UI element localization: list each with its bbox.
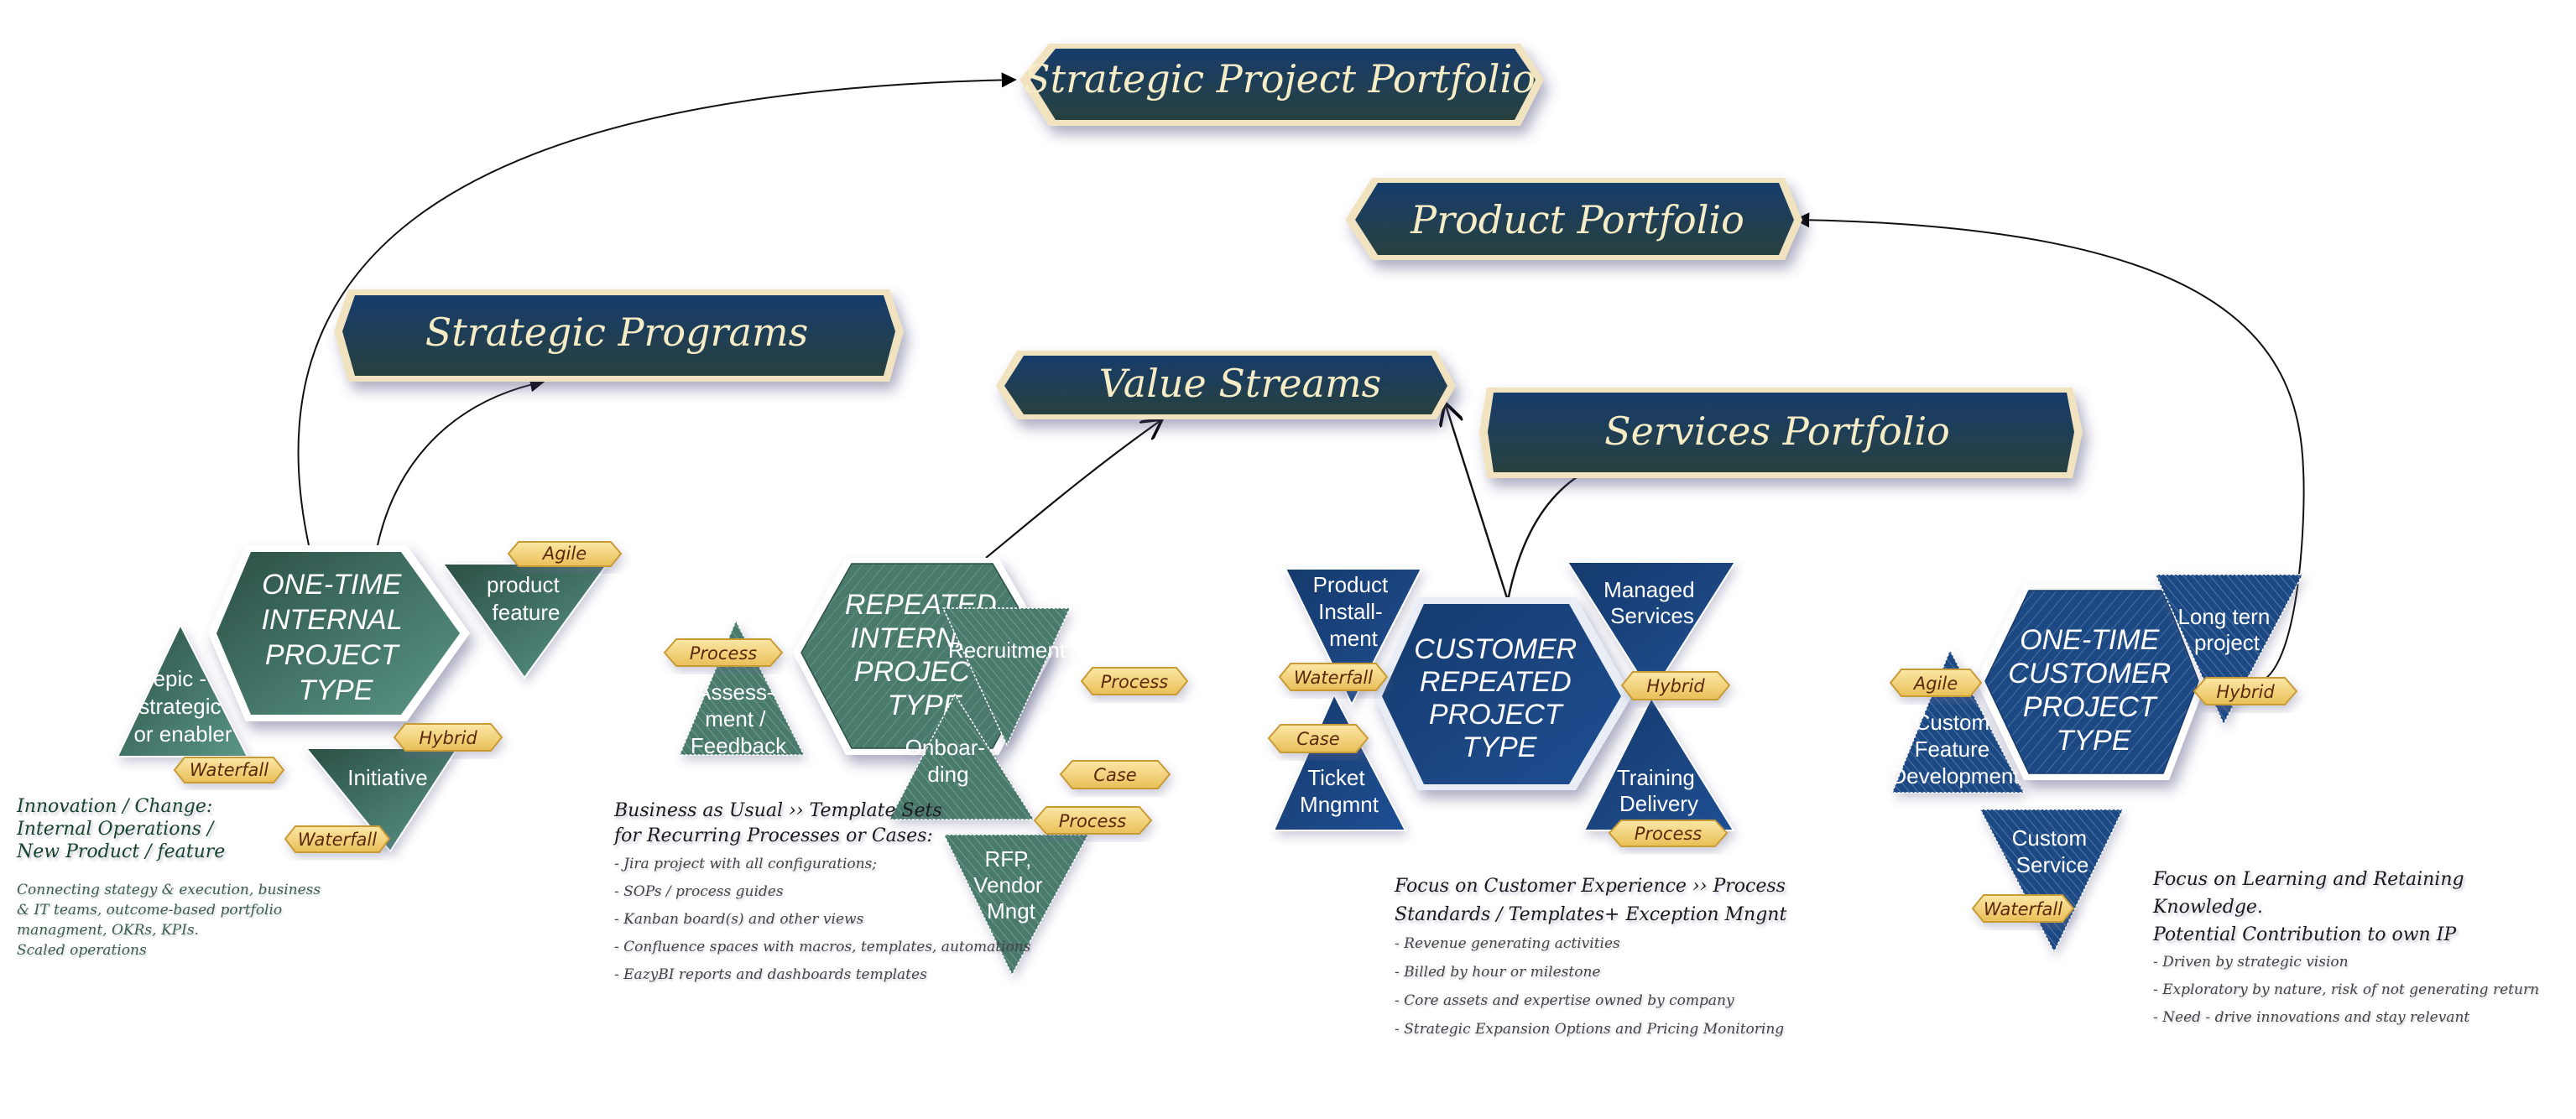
banner-strategic-project-portfolio[interactable]: Strategic Project Portfolio — [1019, 44, 1544, 126]
tag-agile[interactable]: Agile — [507, 541, 623, 567]
list-item: Scaled operations — [17, 942, 147, 959]
tag-label: Case — [1296, 729, 1339, 749]
tag-label: Process — [1635, 824, 1703, 844]
tag-label: Hybrid — [419, 728, 477, 748]
notes-list: - Driven by strategic vision - Explorato… — [2153, 949, 2573, 1032]
notes-heading: Business as Usual ›› Template Sets for R… — [614, 800, 942, 846]
tag-waterfall[interactable]: Waterfall — [1278, 663, 1389, 691]
tag-label: Agile — [541, 544, 587, 564]
list-item: - Strategic Expansion Options and Pricin… — [1395, 1021, 1785, 1038]
hexagon-customer-repeated[interactable]: CUSTOMER REPEATED PROJECT TYPE — [1374, 597, 1632, 790]
list-item: - SOPs / process guides — [614, 883, 784, 900]
notes-business-as-usual: Business as Usual ›› Template Sets for R… — [614, 799, 1084, 989]
notes-list: Connecting stategy & execution, business… — [17, 880, 352, 960]
tag-process-assessment[interactable]: Process — [663, 638, 784, 667]
notes-heading: Innovation / Change: Internal Operations… — [17, 796, 226, 862]
banner-product-portfolio[interactable]: Product Portfolio — [1345, 178, 1802, 260]
list-item: - Jira project with all configurations; — [614, 856, 878, 872]
list-item: Connecting stategy & execution, business — [17, 882, 321, 898]
tag-label: Hybrid — [1646, 676, 1705, 696]
triangle-product-feature[interactable]: product feature — [441, 563, 609, 679]
banner-label: Strategic Project Portfolio — [1024, 56, 1536, 101]
list-item: & IT teams, outcome-based portfolio — [17, 902, 283, 919]
hexagon-one-time-internal[interactable]: ONE-TIME INTERNAL PROJECT TYPE — [208, 545, 470, 721]
triangle-label: epic - strategic or enabler — [133, 666, 232, 747]
list-item: - Confluence spaces with macros, templat… — [614, 939, 1031, 955]
hexagon-one-time-customer[interactable]: ONE-TIME CUSTOMER PROJECT TYPE — [1976, 585, 2207, 780]
list-item: - Need - drive innovations and stay rele… — [2153, 1009, 2470, 1026]
notes-list: - Revenue generating activities - Billed… — [1395, 929, 1797, 1044]
list-item: - Driven by strategic vision — [2153, 954, 2349, 971]
triangle-custom-service[interactable]: Custom Service — [1979, 809, 2125, 954]
notes-heading: Focus on Learning and Retaining Knowledg… — [2153, 869, 2464, 945]
banner-label: Services Portfolio — [1604, 409, 1950, 454]
tag-waterfall[interactable]: Waterfall — [1971, 894, 2075, 923]
tag-label: Hybrid — [2216, 682, 2275, 702]
triangle-label: Initiative — [347, 765, 427, 790]
triangle-label: Managed Services — [1603, 577, 1701, 628]
tag-agile[interactable]: Agile — [1889, 669, 1983, 697]
tag-label: Case — [1093, 765, 1136, 785]
tag-label: Waterfall — [190, 760, 269, 780]
tag-label: Process — [690, 643, 758, 664]
banner-label: Product Portfolio — [1410, 197, 1744, 242]
banner-label: Value Streams — [1099, 361, 1381, 406]
tag-process[interactable]: Process — [1608, 820, 1729, 847]
notes-heading: Focus on Customer Experience ›› Process … — [1395, 876, 1787, 925]
list-item: - Billed by hour or milestone — [1395, 964, 1601, 981]
banner-services-portfolio[interactable]: Services Portfolio — [1479, 388, 2083, 478]
tag-label: Agile — [1912, 674, 1958, 694]
notes-customer-experience: Focus on Customer Experience ›› Process … — [1395, 872, 1797, 1044]
list-item: - Kanban board(s) and other views — [614, 911, 864, 928]
notes-innovation: Innovation / Change: Internal Operations… — [17, 795, 352, 960]
banner-value-streams[interactable]: Value Streams — [996, 351, 1456, 419]
cluster-customer-repeated: Product Install- ment Ticket Mngmnt CUST… — [1267, 561, 1737, 847]
triangle-label: Training Delivery — [1617, 765, 1701, 816]
tag-label: Waterfall — [1294, 668, 1373, 688]
tag-waterfall-epic[interactable]: Waterfall — [173, 757, 285, 783]
arrow-to-value-streams — [985, 419, 1162, 559]
banner-strategic-programs[interactable]: Strategic Programs — [334, 289, 904, 382]
list-item: - Core assets and expertise owned by com… — [1395, 992, 1734, 1009]
list-item: - Revenue generating activities — [1395, 935, 1620, 952]
tag-case-onboarding[interactable]: Case — [1059, 760, 1171, 789]
list-item: managment, OKRs, KPIs. — [17, 922, 199, 939]
triangle-label: Recruitment — [948, 638, 1066, 663]
notes-learning: Focus on Learning and Retaining Knowledg… — [2153, 866, 2573, 1032]
tag-label: Waterfall — [1984, 899, 2062, 919]
tag-label: Process — [1101, 672, 1169, 692]
tag-hybrid[interactable]: Hybrid — [393, 723, 503, 752]
notes-list: - Jira project with all configurations; … — [614, 851, 1084, 989]
list-item: - EazyBI reports and dashboards template… — [614, 966, 927, 983]
tag-hybrid[interactable]: Hybrid — [2193, 677, 2298, 705]
banner-label: Strategic Programs — [425, 310, 808, 355]
arrow-to-strategic-programs — [377, 377, 545, 546]
list-item: - Exploratory by nature, risk of not gen… — [2153, 981, 2540, 998]
tag-case[interactable]: Case — [1267, 724, 1369, 753]
